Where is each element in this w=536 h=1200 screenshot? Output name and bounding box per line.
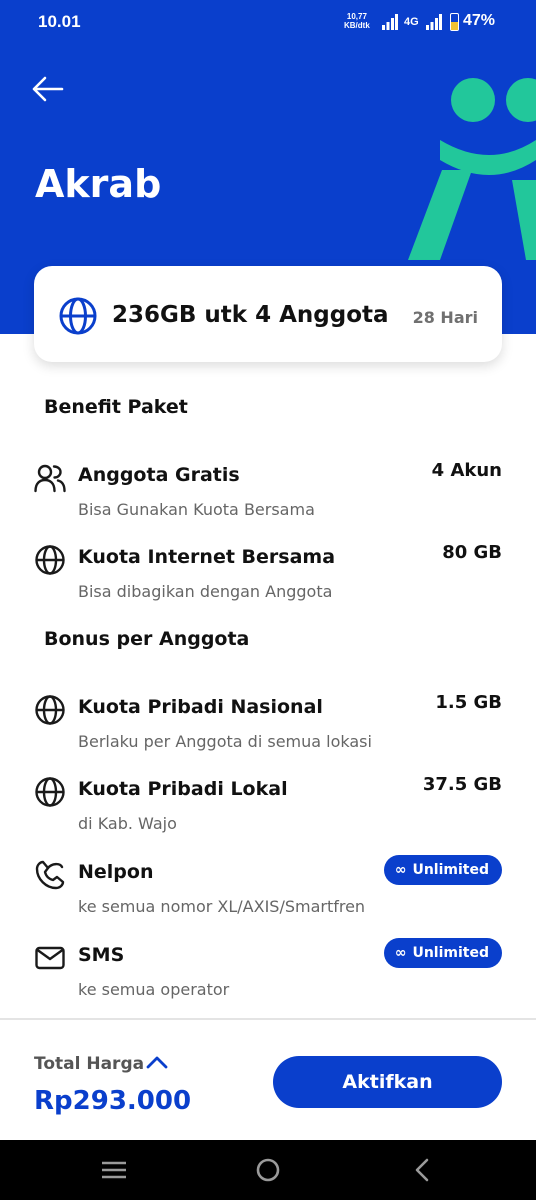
unlimited-badge: ∞ Unlimited bbox=[383, 855, 502, 885]
total-price: Rp293.000 bbox=[34, 1086, 192, 1116]
bonus-sub: ke semua operator bbox=[78, 980, 230, 999]
network-speed-value: 10,77 bbox=[346, 12, 367, 21]
bonus-section-title: Bonus per Anggota bbox=[44, 628, 250, 650]
bonus-value: 37.5 GB bbox=[422, 774, 502, 795]
network-type: 4G bbox=[404, 16, 419, 28]
status-bar: 10.01 10,77 KB/dtk 4G 47% bbox=[0, 0, 536, 46]
network-speed: 10,77 KB/dtk bbox=[344, 12, 370, 30]
globe-icon bbox=[35, 777, 65, 807]
home-icon[interactable] bbox=[254, 1158, 282, 1182]
system-navigation-bar bbox=[0, 1140, 536, 1200]
bonus-item-nelpon: Nelpon ke semua nomor XL/AXIS/Smartfren … bbox=[34, 853, 502, 923]
benefit-label: Kuota Internet Bersama bbox=[78, 546, 336, 568]
bonus-sub: Berlaku per Anggota di semua lokasi bbox=[78, 732, 372, 751]
globe-icon bbox=[35, 545, 65, 575]
bonus-value: 1.5 GB bbox=[435, 692, 502, 713]
bonus-label: SMS bbox=[78, 944, 125, 966]
phone-icon bbox=[35, 860, 65, 890]
benefit-section-title: Benefit Paket bbox=[44, 396, 188, 418]
back-button[interactable] bbox=[30, 74, 66, 104]
bonus-sub: di Kab. Wajo bbox=[78, 814, 177, 833]
infinity-icon: ∞ bbox=[394, 862, 407, 878]
benefit-item-kuota-bersama: Kuota Internet Bersama Bisa dibagikan de… bbox=[34, 538, 502, 608]
package-card: 236GB utk 4 Anggota 28 Hari bbox=[34, 266, 502, 362]
bonus-sub: ke semua nomor XL/AXIS/Smartfren bbox=[78, 897, 366, 916]
infinity-icon: ∞ bbox=[394, 945, 407, 961]
badge-label: Unlimited bbox=[412, 945, 489, 961]
unlimited-badge: ∞ Unlimited bbox=[383, 938, 502, 968]
users-icon bbox=[34, 464, 66, 493]
status-time: 10.01 bbox=[38, 12, 81, 31]
globe-icon bbox=[35, 695, 65, 725]
benefit-label: Anggota Gratis bbox=[78, 464, 240, 486]
benefit-item-anggota-gratis: Anggota Gratis Bisa Gunakan Kuota Bersam… bbox=[34, 456, 502, 526]
bonus-item-sms: SMS ke semua operator ∞ Unlimited bbox=[34, 936, 502, 1006]
back-nav-icon[interactable] bbox=[408, 1158, 436, 1182]
badge-label: Unlimited bbox=[412, 862, 489, 878]
chevron-up-icon[interactable] bbox=[146, 1054, 168, 1070]
total-price-label: Total Harga bbox=[34, 1054, 145, 1074]
recent-apps-icon[interactable] bbox=[100, 1158, 128, 1182]
battery-percent: 47% bbox=[463, 12, 496, 29]
bonus-label: Nelpon bbox=[78, 861, 154, 883]
mail-icon bbox=[35, 946, 65, 970]
bonus-item-kuota-lokal: Kuota Pribadi Lokal di Kab. Wajo 37.5 GB bbox=[34, 770, 502, 840]
page-title: Akrab bbox=[35, 162, 162, 206]
battery-icon bbox=[450, 13, 459, 31]
activate-button[interactable]: Aktifkan bbox=[273, 1056, 502, 1108]
benefit-value: 80 GB bbox=[442, 542, 502, 563]
package-name: 236GB utk 4 Anggota bbox=[112, 302, 389, 328]
benefit-value: 4 Akun bbox=[431, 460, 502, 481]
globe-icon bbox=[59, 297, 97, 335]
price-footer: Total Harga Rp293.000 Aktifkan bbox=[0, 1018, 536, 1140]
bonus-label: Kuota Pribadi Nasional bbox=[78, 696, 323, 718]
benefit-sub: Bisa dibagikan dengan Anggota bbox=[78, 582, 333, 601]
benefit-sub: Bisa Gunakan Kuota Bersama bbox=[78, 500, 315, 519]
signal-icon-2 bbox=[426, 14, 442, 30]
signal-icon bbox=[382, 14, 398, 30]
bonus-item-kuota-nasional: Kuota Pribadi Nasional Berlaku per Anggo… bbox=[34, 688, 502, 758]
package-duration: 28 Hari bbox=[412, 308, 478, 327]
network-speed-unit: KB/dtk bbox=[344, 21, 370, 30]
bonus-label: Kuota Pribadi Lokal bbox=[78, 778, 288, 800]
akrab-logo bbox=[408, 78, 536, 260]
battery-level bbox=[451, 22, 458, 30]
